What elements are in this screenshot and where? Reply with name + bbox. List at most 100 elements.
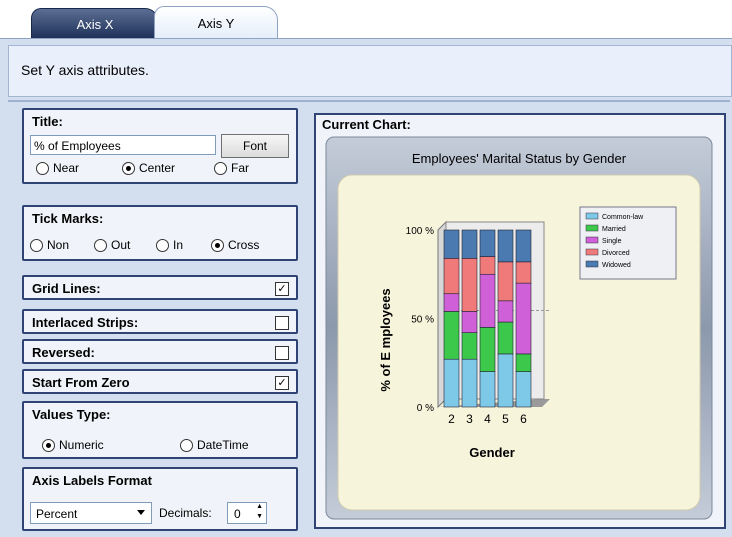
- interlaced-strips-label: Interlaced Strips:: [32, 315, 139, 330]
- axis-labels-format-group: Axis Labels Format Percent Decimals: 0 ▲…: [22, 467, 298, 531]
- bar-segment: [443, 311, 460, 360]
- radio-circle: [214, 161, 227, 175]
- bar-segment: [479, 273, 496, 328]
- y-tick-label: 100 %: [406, 226, 434, 237]
- bar-segment: [461, 311, 478, 333]
- axis-y-panel: Set Y axis attributes. Title: % of Emplo…: [0, 38, 732, 537]
- radio-circle: [36, 161, 49, 175]
- radio-datetime[interactable]: DateTime: [180, 438, 249, 452]
- radio-circle: [122, 161, 135, 175]
- legend-label: Single: [602, 238, 622, 245]
- decimals-spinner[interactable]: 0 ▲ ▼: [227, 502, 267, 524]
- spinner-up-icon[interactable]: ▲: [256, 503, 263, 510]
- bar-segment: [497, 229, 514, 263]
- reversed-label: Reversed:: [32, 345, 95, 360]
- y-tick-label: 0 %: [417, 403, 434, 414]
- bar-segment: [461, 229, 478, 259]
- current-chart-group: Current Chart: Employees' Marital Status…: [314, 113, 726, 529]
- bar-segment: [497, 300, 514, 323]
- y-axis-title: % of E mployees: [378, 288, 393, 391]
- radio-label: Far: [231, 161, 249, 175]
- bar-segment: [443, 358, 460, 408]
- title-input[interactable]: % of Employees: [30, 135, 216, 155]
- radio-numeric[interactable]: Numeric: [42, 438, 104, 452]
- bars-group: [437, 220, 550, 409]
- radio-far[interactable]: Far: [214, 161, 249, 175]
- legend-swatch: [585, 236, 599, 244]
- header-text: Set Y axis attributes.: [21, 62, 149, 78]
- radio-label: In: [173, 238, 184, 252]
- panel-header: Set Y axis attributes.: [8, 45, 732, 97]
- bar-segment: [479, 327, 496, 372]
- radio-tick-in[interactable]: In: [156, 238, 183, 252]
- radio-circle: [42, 438, 55, 452]
- bar-segment: [515, 261, 532, 284]
- tick-marks-group: Tick Marks: Non Out In Cross: [22, 205, 298, 261]
- chart-preview: Employees' Marital Status by Gender % of…: [325, 136, 713, 520]
- decimals-label: Decimals:: [159, 506, 212, 520]
- grid-lines-row: Grid Lines: ✓: [22, 275, 298, 300]
- start-from-zero-row: Start From Zero ✓: [22, 369, 298, 394]
- radio-circle: [30, 238, 43, 252]
- radio-circle: [94, 238, 107, 252]
- reversed-checkbox[interactable]: [275, 346, 289, 360]
- interlaced-strips-checkbox[interactable]: [275, 316, 289, 330]
- decimals-value: 0: [234, 507, 241, 521]
- radio-circle: [211, 238, 224, 252]
- axis-labels-format-label: Axis Labels Format: [32, 473, 152, 488]
- radio-label: Numeric: [59, 438, 104, 452]
- x-tick-label: 3: [466, 412, 473, 426]
- format-select[interactable]: Percent: [30, 502, 152, 524]
- legend-label: Married: [602, 226, 626, 233]
- x-tick-label: 6: [520, 412, 527, 426]
- radio-label: Center: [139, 161, 176, 175]
- radio-tick-out[interactable]: Out: [94, 238, 130, 252]
- legend-swatch: [585, 212, 599, 220]
- radio-label: Near: [53, 161, 80, 175]
- start-from-zero-checkbox[interactable]: ✓: [275, 376, 289, 390]
- legend-label: Common-law: [602, 214, 644, 221]
- values-type-group: Values Type: Numeric DateTime: [22, 401, 298, 459]
- bar-segment: [461, 332, 478, 360]
- current-chart-label: Current Chart:: [322, 117, 411, 132]
- bar-segment: [479, 371, 496, 408]
- divider: [8, 100, 730, 102]
- bar-segment: [479, 229, 496, 257]
- tab-axis-x[interactable]: Axis X: [31, 8, 159, 39]
- radio-tick-cross[interactable]: Cross: [211, 238, 259, 252]
- radio-center[interactable]: Center: [122, 161, 175, 175]
- bar-segment: [461, 258, 478, 312]
- bar-segment: [443, 229, 460, 259]
- bar-segment: [515, 353, 532, 372]
- radio-label: DateTime: [197, 438, 249, 452]
- radio-near[interactable]: Near: [36, 161, 79, 175]
- legend-swatch: [585, 260, 599, 268]
- grid-lines-label: Grid Lines:: [32, 281, 101, 296]
- title-group: Title: % of Employees Font Near Center F…: [22, 108, 298, 184]
- tab-label: Axis X: [76, 16, 114, 32]
- tick-marks-label: Tick Marks:: [32, 211, 104, 226]
- bar-segment: [497, 261, 514, 302]
- bar-segment: [515, 371, 532, 408]
- x-tick-label: 2: [448, 412, 455, 426]
- legend-swatch: [585, 248, 599, 256]
- interlaced-strips-row: Interlaced Strips:: [22, 309, 298, 334]
- bar-segment: [479, 256, 496, 275]
- bar-segment: [515, 282, 532, 355]
- chevron-down-icon: [137, 510, 145, 515]
- bar-segment: [443, 258, 460, 295]
- tab-bar: Axis X Axis Y: [0, 0, 732, 40]
- spinner-down-icon[interactable]: ▼: [256, 513, 263, 520]
- bar-segment: [461, 358, 478, 408]
- chart-legend: Common-law Married Single Divorced Widowed: [579, 206, 677, 280]
- grid-lines-checkbox[interactable]: ✓: [275, 282, 289, 296]
- bar-segment: [515, 229, 532, 263]
- font-button[interactable]: Font: [221, 134, 289, 158]
- radio-tick-non[interactable]: Non: [30, 238, 69, 252]
- start-from-zero-label: Start From Zero: [32, 375, 130, 390]
- x-tick-label: 5: [502, 412, 509, 426]
- tab-axis-y[interactable]: Axis Y: [154, 6, 278, 40]
- radio-label: Cross: [228, 238, 260, 252]
- radio-label: Out: [111, 238, 131, 252]
- x-axis-title: Gender: [469, 445, 515, 460]
